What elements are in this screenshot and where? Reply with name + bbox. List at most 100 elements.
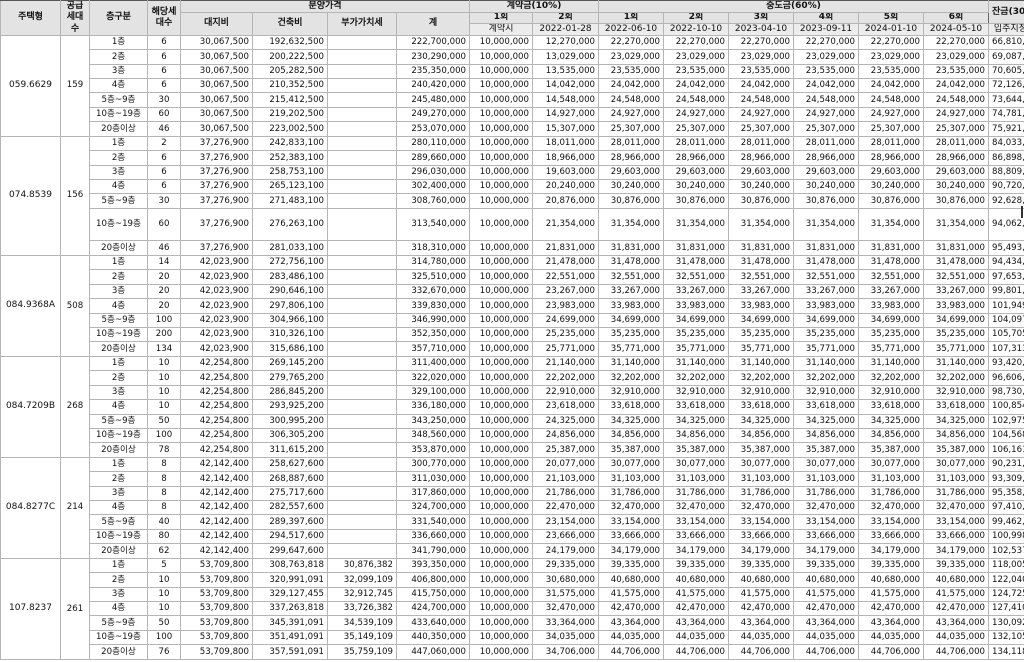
balance-cell: 93,309,000 (988, 471, 1024, 487)
mid1-cell: 33,154,000 (598, 514, 665, 530)
contract1-cell: 10,000,000 (469, 500, 533, 516)
mid3-cell: 33,666,000 (728, 528, 795, 545)
table-row: 059.6629 159 1층 6 30,067,500 192,632,500 222,7… (0, 34, 1024, 137)
land-cell: 53,709,800 (180, 600, 253, 617)
vat-cell (327, 207, 397, 242)
units-cell: 8 (147, 471, 181, 487)
mid1-cell: 31,478,000 (598, 254, 665, 271)
mid1-cell: 30,240,000 (598, 178, 665, 195)
contract2-cell: 23,983,000 (531, 298, 600, 314)
units-cell: 6 (147, 49, 181, 65)
table-row: 4층 8 42,142,400 282,557,600 324,700,000 10,00… (1, 500, 1024, 516)
supply-count-cell: 268 (60, 355, 90, 458)
mid2-cell: 29,603,000 (663, 164, 730, 180)
mid1-cell: 32,470,000 (598, 500, 665, 516)
building-cell: 311,615,200 (252, 442, 328, 458)
mid3-cell: 28,966,000 (728, 150, 795, 166)
mid3-cell: 25,307,000 (728, 121, 795, 137)
building-cell: 272,756,100 (252, 254, 328, 271)
land-cell: 42,023,900 (180, 269, 253, 285)
units-cell: 20 (147, 269, 181, 285)
mid5-cell: 30,876,000 (858, 193, 925, 209)
header-building: 건축비 (252, 11, 328, 36)
table-row: 20층이상 76 53,709,800 357,591,091 35,759,109 44… (1, 644, 1024, 661)
building-cell: 265,123,100 (252, 178, 328, 195)
table-row: 2층 20 42,023,900 283,486,100 325,510,000 10,0… (1, 269, 1024, 285)
mid5-cell: 34,325,000 (858, 413, 925, 429)
mid6-cell: 31,786,000 (923, 485, 990, 502)
mid3-cell: 32,551,000 (728, 269, 795, 285)
vat-cell: 34,539,109 (327, 615, 397, 631)
mid3-cell: 33,267,000 (728, 283, 795, 300)
units-cell: 2 (147, 135, 181, 152)
mid1-cell: 34,699,000 (598, 312, 665, 328)
mid3-cell: 40,680,000 (728, 572, 795, 588)
table-row: 4층 6 30,067,500 210,352,500 240,420,000 10,00… (1, 78, 1024, 94)
units-cell: 76 (147, 644, 181, 661)
mid5-cell: 31,103,000 (858, 471, 925, 487)
land-cell: 53,709,800 (180, 615, 253, 631)
mid5-cell: 22,270,000 (858, 34, 925, 51)
balance-cell: 99,801,000 (988, 283, 1024, 300)
vat-cell (327, 49, 397, 65)
mid3-cell: 31,831,000 (728, 240, 795, 256)
mid2-cell: 41,575,000 (663, 586, 730, 602)
mid4-cell: 33,983,000 (793, 298, 860, 314)
supply-count-cell: 214 (60, 456, 90, 559)
floor-cell: 20층이상 (89, 240, 148, 256)
total-cell: 346,990,000 (396, 312, 470, 328)
total-cell: 311,030,000 (396, 471, 470, 487)
contract2-cell: 18,011,000 (531, 135, 600, 152)
floor-cell: 5층~9층 (89, 193, 148, 209)
scrollbar-fragment (1021, 206, 1023, 218)
floor-cell: 3층 (89, 283, 148, 300)
floor-cell: 20층이상 (89, 644, 148, 661)
land-cell: 42,142,400 (180, 456, 253, 473)
contract1-cell: 10,000,000 (469, 413, 533, 429)
land-cell: 53,709,800 (180, 629, 253, 646)
balance-cell: 104,097,000 (988, 312, 1024, 328)
mid2-cell: 30,240,000 (663, 178, 730, 195)
contract2-cell: 21,478,000 (531, 254, 600, 271)
mid6-cell: 31,140,000 (923, 355, 990, 372)
mid4-cell: 31,478,000 (793, 254, 860, 271)
land-cell: 30,067,500 (180, 63, 253, 80)
total-cell: 336,180,000 (396, 399, 470, 415)
total-cell: 393,350,000 (396, 557, 470, 574)
building-cell: 306,305,200 (252, 427, 328, 444)
floor-cell: 10층~19층 (89, 528, 148, 545)
mid3-cell: 24,927,000 (728, 106, 795, 123)
total-cell: 331,540,000 (396, 514, 470, 530)
mid2-cell: 24,548,000 (663, 92, 730, 108)
contract2-cell: 24,699,000 (531, 312, 600, 328)
vat-cell (327, 150, 397, 166)
floor-cell: 20층이상 (89, 543, 148, 559)
units-cell: 8 (147, 500, 181, 516)
mid2-cell: 32,910,000 (663, 384, 730, 401)
building-cell: 299,647,600 (252, 543, 328, 559)
contract1-cell: 10,000,000 (469, 384, 533, 401)
mid3-cell: 42,470,000 (728, 600, 795, 617)
land-cell: 42,023,900 (180, 254, 253, 271)
mid6-cell: 24,042,000 (923, 78, 990, 94)
mid4-cell: 28,011,000 (793, 135, 860, 152)
building-cell: 304,966,100 (252, 312, 328, 328)
contract1-cell: 10,000,000 (469, 254, 533, 271)
table-row: 084.9368A 508 1층 14 42,023,900 272,756,100 314… (0, 254, 1024, 357)
mid4-cell: 28,966,000 (793, 150, 860, 166)
mid3-cell: 30,077,000 (728, 456, 795, 473)
floor-cell: 3층 (89, 164, 148, 180)
floor-cell: 10층~19층 (89, 207, 148, 242)
contract1-cell: 10,000,000 (469, 164, 533, 180)
contract1-cell: 10,000,000 (469, 326, 533, 343)
total-cell: 289,660,000 (396, 150, 470, 166)
header-contract1-date: 계약시 (469, 23, 533, 36)
mid5-cell: 33,267,000 (858, 283, 925, 300)
mid5-cell: 25,307,000 (858, 121, 925, 137)
mid4-cell: 43,364,000 (793, 615, 860, 631)
mid4-cell: 22,270,000 (793, 34, 860, 51)
contract2-cell: 21,140,000 (531, 355, 600, 372)
contract2-cell: 25,771,000 (531, 341, 600, 357)
mid1-cell: 31,140,000 (598, 355, 665, 372)
balance-cell: 94,062,000 (988, 207, 1024, 242)
